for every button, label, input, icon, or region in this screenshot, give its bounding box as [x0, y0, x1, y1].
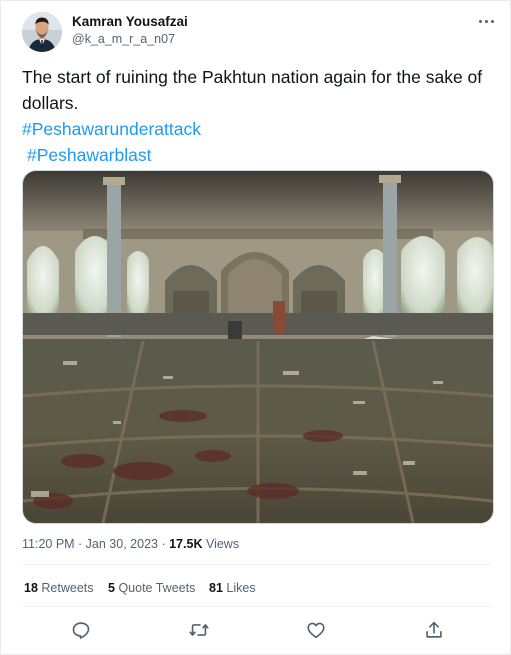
heart-icon [307, 622, 325, 639]
meta-separator: · [161, 537, 166, 551]
more-dot [485, 20, 488, 23]
divider [22, 606, 492, 607]
reply-icon[interactable] [70, 619, 92, 641]
retweets-label: Retweets [41, 581, 94, 595]
likes-count: 81 [209, 581, 223, 595]
quote-tweets-stat[interactable]: 5 Quote Tweets [108, 581, 195, 595]
mosque-interior-photo [23, 171, 493, 523]
author-handle[interactable]: @k_a_m_r_a_n07 [72, 32, 175, 46]
more-dot [491, 20, 494, 23]
quotes-count: 5 [108, 581, 115, 595]
share-icon-glyph [426, 621, 442, 638]
timestamp[interactable]: 11:20 PM · Jan 30, 2023 [22, 537, 158, 551]
divider [22, 564, 492, 565]
tweet-media-image[interactable] [22, 170, 494, 524]
likes-label: Likes [226, 581, 256, 595]
retweets-count: 18 [24, 581, 38, 595]
hashtag-link[interactable]: #Peshawarunderattack [22, 116, 492, 142]
retweets-stat[interactable]: 18 Retweets [24, 581, 94, 595]
like-icon[interactable] [305, 619, 327, 641]
tweet-body: The start of ruining the Pakhtun nation … [22, 67, 483, 113]
more-dot [479, 20, 482, 23]
author-display-name[interactable]: Kamran Yousafzai [72, 14, 188, 29]
avatar[interactable] [22, 12, 62, 52]
likes-stat[interactable]: 81 Likes [209, 581, 256, 595]
reply-icon-glyph [72, 622, 90, 639]
tweet-meta: 11:20 PM · Jan 30, 2023 · 17.5K Views [22, 537, 239, 551]
share-icon[interactable] [423, 619, 445, 641]
retweet-icon[interactable] [188, 619, 210, 641]
profile-photo [22, 12, 62, 52]
more-options-icon[interactable] [475, 13, 499, 29]
tweet-text: The start of ruining the Pakhtun nation … [22, 64, 492, 168]
views-count: 17.5K [169, 537, 203, 551]
hashtag-link[interactable]: #Peshawarblast [22, 142, 492, 168]
quotes-label: Quote Tweets [118, 581, 196, 595]
retweet-icon-glyph [189, 624, 209, 636]
tweet-card: Kamran Yousafzai @k_a_m_r_a_n07 The star… [0, 0, 511, 655]
views-label: Views [205, 537, 240, 551]
